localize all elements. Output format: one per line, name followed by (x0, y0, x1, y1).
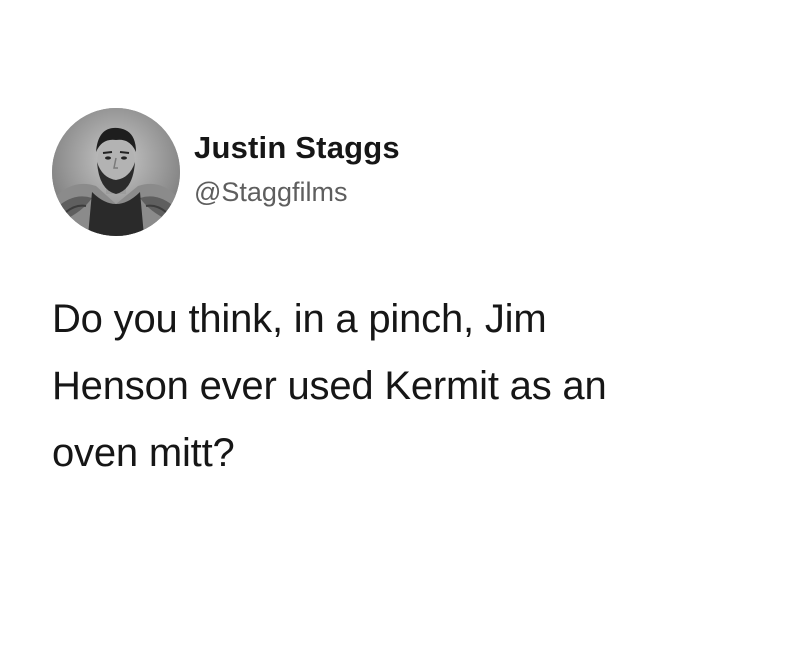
tweet-text-line: Henson ever used Kermit as an (52, 364, 607, 408)
avatar-photo (52, 108, 180, 236)
tweet-text-line: oven mitt? (52, 431, 235, 475)
user-handle[interactable]: @Staggfilms (194, 174, 400, 210)
tweet-text: Do you think, in a pinch, Jim Henson eve… (52, 286, 742, 487)
tweet-card: Justin Staggs @Staggfilms Do you think, … (0, 0, 800, 653)
display-name[interactable]: Justin Staggs (194, 128, 400, 168)
user-info: Justin Staggs @Staggfilms (194, 128, 400, 210)
avatar[interactable] (52, 108, 180, 236)
tweet-text-line: Do you think, in a pinch, Jim (52, 297, 547, 341)
